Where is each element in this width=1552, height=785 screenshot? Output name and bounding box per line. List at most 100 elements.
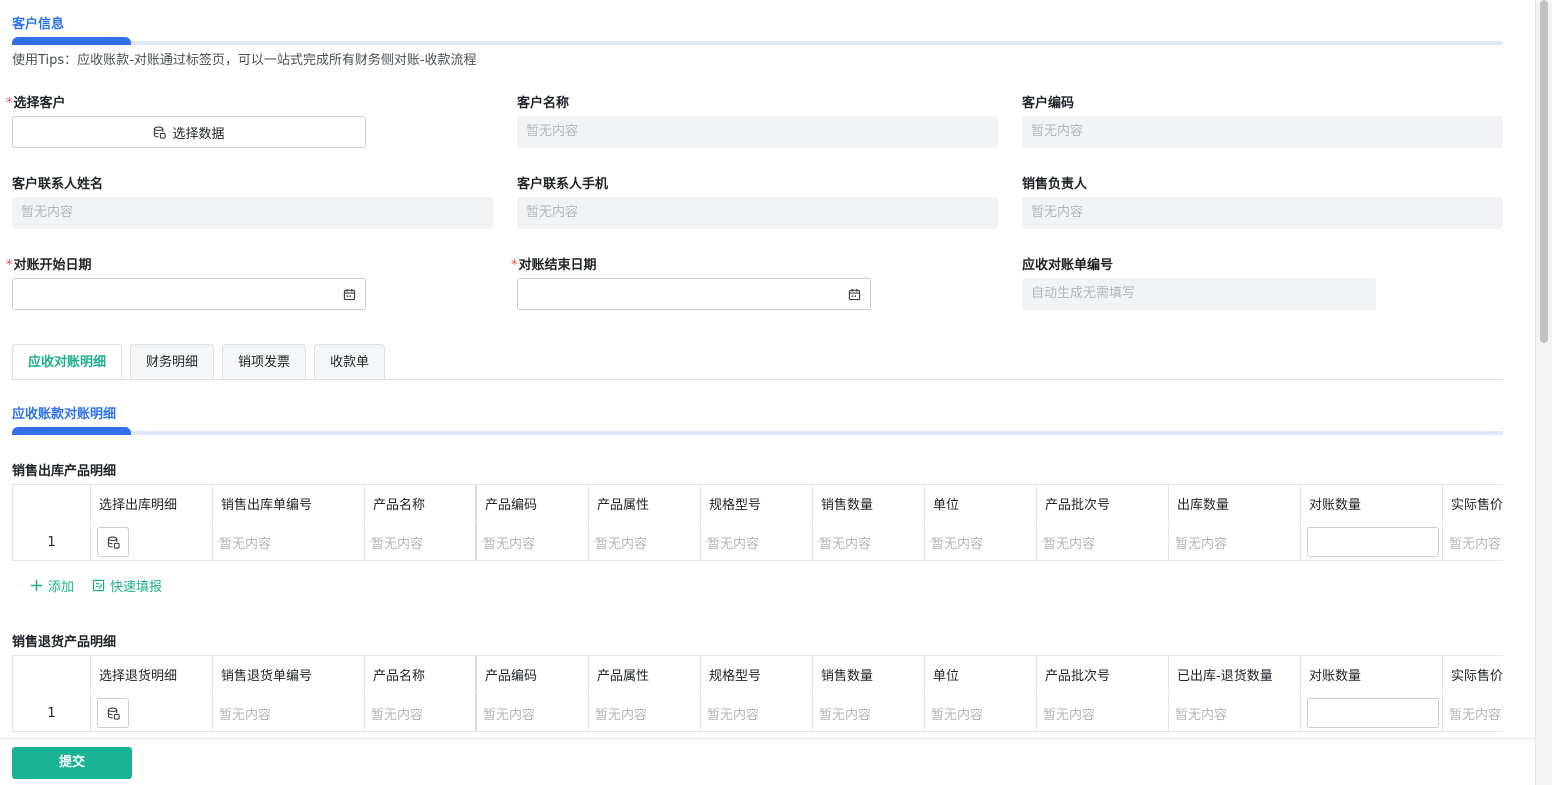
database-icon bbox=[107, 707, 120, 720]
table-cell: 暂无内容 bbox=[1169, 693, 1301, 731]
footer-bar: 提交 bbox=[0, 738, 1535, 785]
contact-name-field: 暂无内容 bbox=[12, 197, 493, 229]
section-title-customer: 客户信息 bbox=[12, 17, 65, 32]
tab-receipt[interactable]: 收款单 bbox=[314, 344, 386, 379]
required-mark: * bbox=[6, 96, 13, 111]
column-header: 单位 bbox=[925, 656, 1037, 692]
table-cell: 暂无内容 bbox=[1169, 522, 1301, 560]
outbound-table: 选择出库明细 销售出库单编号 产品名称 产品编码 产品属性 规格型号 销售数量 … bbox=[12, 484, 1503, 561]
reconcile-quantity-input[interactable] bbox=[1307, 527, 1439, 557]
table-cell: 暂无内容 bbox=[925, 522, 1037, 560]
column-header: 销售数量 bbox=[813, 485, 925, 521]
select-customer-label: *选择客户 bbox=[6, 96, 66, 111]
contact-phone-label: 客户联系人手机 bbox=[517, 177, 609, 192]
calendar-icon bbox=[848, 288, 861, 301]
table-cell: 暂无内容 bbox=[813, 522, 925, 560]
tab-divider bbox=[12, 379, 1503, 380]
outbound-table-title: 销售出库产品明细 bbox=[12, 464, 117, 479]
column-header: 选择退货明细 bbox=[91, 656, 213, 692]
submit-button[interactable]: 提交 bbox=[12, 747, 132, 779]
column-header: 规格型号 bbox=[701, 656, 813, 692]
section-divider bbox=[12, 37, 1503, 45]
return-table-title: 销售退货产品明细 bbox=[12, 635, 117, 650]
column-header bbox=[13, 656, 91, 692]
add-row-button[interactable]: 添加 bbox=[30, 576, 74, 595]
customer-code-label: 客户编码 bbox=[1022, 96, 1075, 111]
contact-name-label: 客户联系人姓名 bbox=[12, 177, 104, 192]
table-actions: 添加 快速填报 bbox=[30, 576, 180, 595]
column-header: 出库数量 bbox=[1169, 485, 1301, 521]
end-date-label: *对账结束日期 bbox=[511, 258, 597, 273]
page: 客户信息 使用Tips：应收账款-对账通过标签页，可以一站式完成所有财务侧对账-… bbox=[0, 0, 1535, 785]
return-table: 选择退货明细 销售退货单编号 产品名称 产品编码 产品属性 规格型号 销售数量 … bbox=[12, 655, 1503, 732]
required-mark: * bbox=[511, 258, 518, 273]
tab-receivable-detail[interactable]: 应收对账明细 bbox=[12, 344, 123, 380]
table-cell: 暂无内容 bbox=[365, 522, 477, 560]
customer-name-field: 暂无内容 bbox=[517, 116, 998, 148]
column-header: 产品编码 bbox=[477, 485, 589, 521]
column-header: 产品属性 bbox=[589, 656, 701, 692]
table-cell: 暂无内容 bbox=[701, 693, 813, 731]
edit-form-icon bbox=[92, 579, 105, 592]
column-header: 单位 bbox=[925, 485, 1037, 521]
statement-no-label: 应收对账单编号 bbox=[1022, 258, 1114, 273]
start-date-label: *对账开始日期 bbox=[6, 258, 92, 273]
table-cell: 暂无内容 bbox=[1443, 522, 1503, 560]
select-return-detail-button[interactable] bbox=[97, 698, 129, 728]
table-cell: 暂无内容 bbox=[1037, 693, 1169, 731]
column-header: 对账数量 bbox=[1301, 656, 1443, 692]
end-date-picker[interactable] bbox=[517, 278, 871, 310]
column-header: 产品批次号 bbox=[1037, 656, 1169, 692]
scrollbar-thumb[interactable] bbox=[1540, 0, 1548, 343]
select-outbound-detail-button[interactable] bbox=[97, 527, 129, 557]
customer-name-label: 客户名称 bbox=[517, 96, 570, 111]
table-cell: 暂无内容 bbox=[589, 522, 701, 560]
table-cell: 暂无内容 bbox=[365, 693, 477, 731]
column-header: 销售退货单编号 bbox=[213, 656, 365, 692]
tab-finance-detail[interactable]: 财务明细 bbox=[130, 344, 215, 379]
row-index: 1 bbox=[13, 522, 91, 560]
tab-output-invoice[interactable]: 销项发票 bbox=[222, 344, 307, 379]
required-mark: * bbox=[6, 258, 13, 273]
table-cell: 暂无内容 bbox=[701, 522, 813, 560]
column-header: 销售数量 bbox=[813, 656, 925, 692]
table-cell: 暂无内容 bbox=[589, 693, 701, 731]
column-header: 产品批次号 bbox=[1037, 485, 1169, 521]
column-header: 实际售价 bbox=[1443, 485, 1503, 521]
column-header: 产品属性 bbox=[589, 485, 701, 521]
table-cell: 暂无内容 bbox=[925, 693, 1037, 731]
usage-tips: 使用Tips：应收账款-对账通过标签页，可以一站式完成所有财务侧对账-收款流程 bbox=[12, 53, 477, 68]
section-divider bbox=[12, 427, 1503, 435]
customer-code-field: 暂无内容 bbox=[1022, 116, 1503, 148]
column-header: 对账数量 bbox=[1301, 485, 1443, 521]
plus-icon bbox=[30, 579, 43, 592]
start-date-picker[interactable] bbox=[12, 278, 366, 310]
column-header: 销售出库单编号 bbox=[213, 485, 365, 521]
contact-phone-field: 暂无内容 bbox=[517, 197, 998, 229]
row-index: 1 bbox=[13, 693, 91, 731]
table-cell: 暂无内容 bbox=[1443, 693, 1503, 731]
table-cell: 暂无内容 bbox=[477, 693, 589, 731]
calendar-icon bbox=[343, 288, 356, 301]
quick-fill-button[interactable]: 快速填报 bbox=[92, 576, 162, 595]
sales-owner-field: 暂无内容 bbox=[1022, 197, 1503, 229]
statement-no-field: 自动生成无需填写 bbox=[1022, 278, 1376, 310]
reconcile-quantity-input[interactable] bbox=[1307, 698, 1439, 728]
table-cell: 暂无内容 bbox=[813, 693, 925, 731]
database-icon bbox=[107, 536, 120, 549]
column-header: 产品名称 bbox=[365, 656, 477, 692]
column-header: 规格型号 bbox=[701, 485, 813, 521]
column-header: 选择出库明细 bbox=[91, 485, 213, 521]
vertical-scrollbar[interactable] bbox=[1535, 0, 1552, 785]
table-cell: 暂无内容 bbox=[213, 693, 365, 731]
table-cell: 暂无内容 bbox=[477, 522, 589, 560]
column-header: 产品名称 bbox=[365, 485, 477, 521]
tab-bar: 应收对账明细 财务明细 销项发票 收款单 bbox=[12, 344, 393, 380]
table-cell: 暂无内容 bbox=[1037, 522, 1169, 560]
column-header: 实际售价 bbox=[1443, 656, 1503, 692]
column-header bbox=[13, 485, 91, 521]
table-cell: 暂无内容 bbox=[213, 522, 365, 560]
column-header: 已出库-退货数量 bbox=[1169, 656, 1301, 692]
database-icon bbox=[154, 126, 167, 139]
select-data-button[interactable]: 选择数据 bbox=[12, 116, 366, 148]
